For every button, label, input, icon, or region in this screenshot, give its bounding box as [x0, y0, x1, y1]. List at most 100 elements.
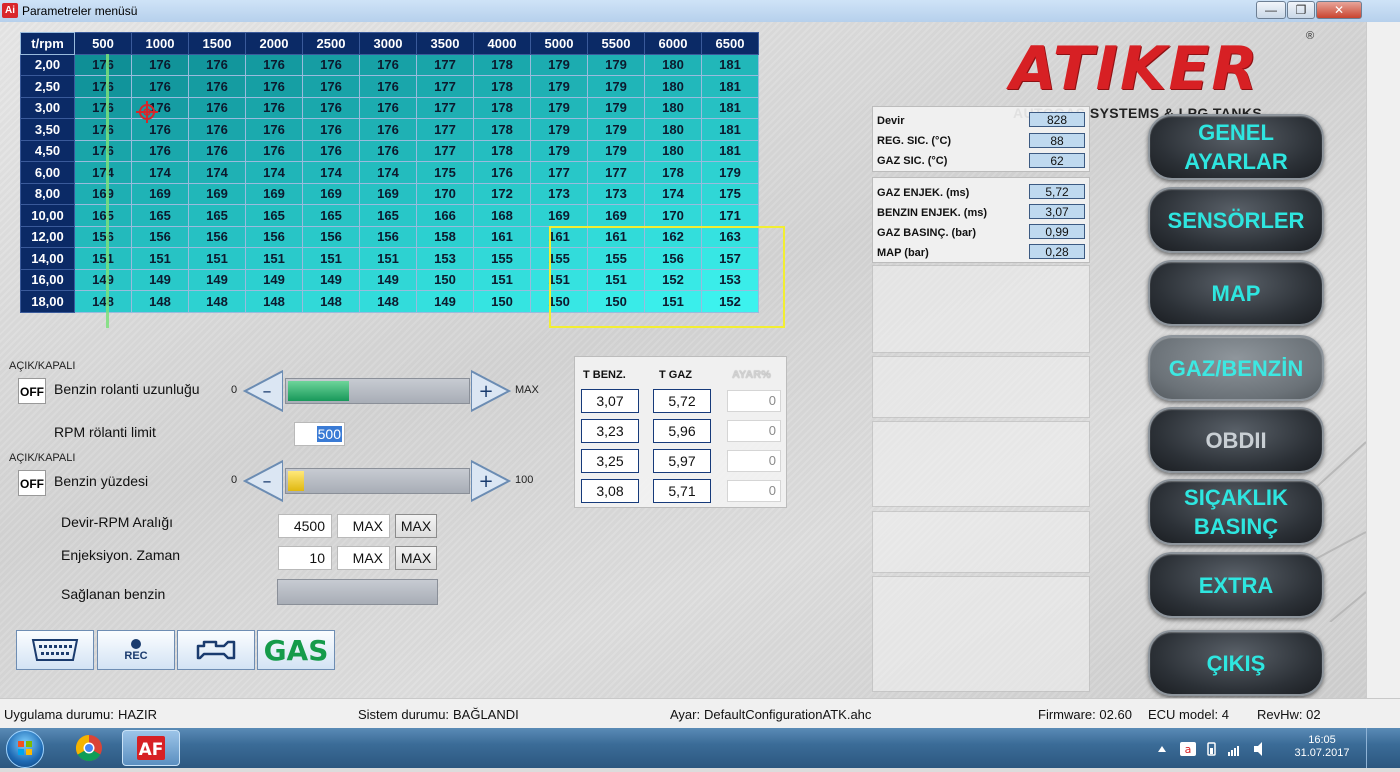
map-cell[interactable]: 149 — [188, 268, 246, 291]
map-cell[interactable]: 155 — [530, 247, 588, 270]
map-cell[interactable]: 148 — [359, 290, 417, 313]
fuel-map-table[interactable]: t/rpm 500 1000 1500 2000 2500 3000 3500 4000 5000… — [20, 32, 759, 313]
map-cell[interactable]: 177 — [416, 96, 474, 119]
map-cell[interactable]: 174 — [131, 161, 189, 184]
enjeksiyon-max-button[interactable]: MAX — [395, 546, 437, 570]
show-desktop-button[interactable] — [1366, 728, 1400, 768]
tbenz-value-cell[interactable]: 3,25 — [581, 449, 639, 473]
map-cell[interactable]: 153 — [416, 247, 474, 270]
map-cell[interactable]: 168 — [473, 204, 531, 227]
map-cell[interactable]: 162 — [644, 225, 702, 248]
map-cell[interactable]: 165 — [131, 204, 189, 227]
map-cell[interactable]: 181 — [701, 96, 759, 119]
map-cell[interactable]: 177 — [587, 161, 645, 184]
obd-connector-button[interactable] — [16, 630, 94, 670]
map-cell[interactable]: 175 — [701, 182, 759, 205]
tbenz-value-cell[interactable]: 3,23 — [581, 419, 639, 443]
map-cell[interactable]: 149 — [74, 268, 132, 291]
map-cell[interactable]: 177 — [416, 139, 474, 162]
map-cell[interactable]: 161 — [530, 225, 588, 248]
map-cell[interactable]: 180 — [644, 75, 702, 98]
map-cell[interactable]: 179 — [587, 75, 645, 98]
map-cell[interactable]: 176 — [359, 53, 417, 76]
map-cell[interactable]: 178 — [473, 96, 531, 119]
map-cell[interactable]: 176 — [359, 96, 417, 119]
devir-rpm-input[interactable]: 4500 — [278, 514, 332, 538]
map-cell[interactable]: 161 — [473, 225, 531, 248]
map-cell[interactable]: 177 — [416, 53, 474, 76]
engine-check-button[interactable] — [177, 630, 255, 670]
map-cell[interactable]: 152 — [701, 290, 759, 313]
map-cell[interactable]: 150 — [530, 290, 588, 313]
nav-map-button[interactable]: MAP — [1148, 260, 1324, 326]
map-cell[interactable]: 169 — [188, 182, 246, 205]
map-cell[interactable]: 179 — [587, 53, 645, 76]
map-cell[interactable]: 177 — [416, 75, 474, 98]
rec-button[interactable]: REC — [97, 630, 175, 670]
map-cell[interactable]: 176 — [74, 96, 132, 119]
map-cell[interactable]: 149 — [416, 290, 474, 313]
yuzde-slider-track[interactable] — [285, 468, 470, 494]
map-cell[interactable]: 156 — [644, 247, 702, 270]
map-cell[interactable]: 175 — [416, 161, 474, 184]
map-cell[interactable]: 156 — [245, 225, 303, 248]
tgaz-value-cell[interactable]: 5,96 — [653, 419, 711, 443]
map-cell[interactable]: 176 — [245, 75, 303, 98]
map-cell[interactable]: 148 — [245, 290, 303, 313]
map-cell[interactable]: 176 — [245, 118, 303, 141]
map-cell[interactable]: 179 — [530, 53, 588, 76]
taskbar-atiker-button[interactable]: AF — [122, 730, 180, 766]
map-cell[interactable]: 176 — [188, 96, 246, 119]
nav-genel-ayarlar-button[interactable]: GENEL AYARLAR — [1148, 114, 1324, 180]
map-cell[interactable]: 176 — [188, 75, 246, 98]
map-cell[interactable]: 176 — [359, 75, 417, 98]
map-cell[interactable]: 176 — [359, 118, 417, 141]
map-cell[interactable]: 161 — [587, 225, 645, 248]
devir-rpm-max-button[interactable]: MAX — [395, 514, 437, 538]
map-cell[interactable]: 180 — [644, 139, 702, 162]
nav-gaz-benzin-button[interactable]: GAZ/BENZİN — [1148, 335, 1324, 401]
nav-sicaklik-basinc-button[interactable]: SIÇAKLIK BASINÇ — [1148, 479, 1324, 545]
map-cell[interactable]: 148 — [74, 290, 132, 313]
map-cell[interactable]: 169 — [74, 182, 132, 205]
map-cell[interactable]: 171 — [701, 204, 759, 227]
map-cell[interactable]: 176 — [245, 53, 303, 76]
yuzde-increase-icon[interactable]: + — [471, 459, 511, 503]
map-cell[interactable]: 163 — [701, 225, 759, 248]
close-button[interactable]: ✕ — [1316, 1, 1362, 19]
map-cell[interactable]: 174 — [644, 182, 702, 205]
map-cell[interactable]: 174 — [245, 161, 303, 184]
map-cell[interactable]: 181 — [701, 139, 759, 162]
map-cell[interactable]: 149 — [245, 268, 303, 291]
map-cell[interactable]: 172 — [473, 182, 531, 205]
map-cell[interactable]: 176 — [188, 53, 246, 76]
map-cell[interactable]: 176 — [302, 139, 360, 162]
map-cell[interactable]: 170 — [416, 182, 474, 205]
map-cell[interactable]: 152 — [644, 268, 702, 291]
map-cell[interactable]: 176 — [245, 139, 303, 162]
map-cell[interactable]: 156 — [74, 225, 132, 248]
tgaz-value-cell[interactable]: 5,72 — [653, 389, 711, 413]
map-cell[interactable]: 165 — [359, 204, 417, 227]
map-cell[interactable]: 156 — [359, 225, 417, 248]
map-cell[interactable]: 179 — [530, 118, 588, 141]
map-cell[interactable]: 178 — [473, 75, 531, 98]
map-cell[interactable]: 156 — [188, 225, 246, 248]
map-cell[interactable]: 176 — [473, 161, 531, 184]
map-cell[interactable]: 181 — [701, 53, 759, 76]
map-cell[interactable]: 157 — [701, 247, 759, 270]
map-cell[interactable]: 169 — [245, 182, 303, 205]
rolanti-decrease-icon[interactable]: – — [243, 369, 283, 413]
yuzde-decrease-icon[interactable]: – — [243, 459, 283, 503]
map-cell[interactable]: 156 — [131, 225, 189, 248]
tbenz-value-cell[interactable]: 3,08 — [581, 479, 639, 503]
map-cell[interactable]: 176 — [131, 53, 189, 76]
map-cell[interactable]: 177 — [416, 118, 474, 141]
map-cell[interactable]: 148 — [302, 290, 360, 313]
map-cell[interactable]: 176 — [74, 139, 132, 162]
map-cell[interactable]: 178 — [644, 161, 702, 184]
map-cell[interactable]: 179 — [587, 118, 645, 141]
map-cell[interactable]: 169 — [530, 204, 588, 227]
map-cell[interactable]: 149 — [131, 268, 189, 291]
map-cell[interactable]: 176 — [245, 96, 303, 119]
